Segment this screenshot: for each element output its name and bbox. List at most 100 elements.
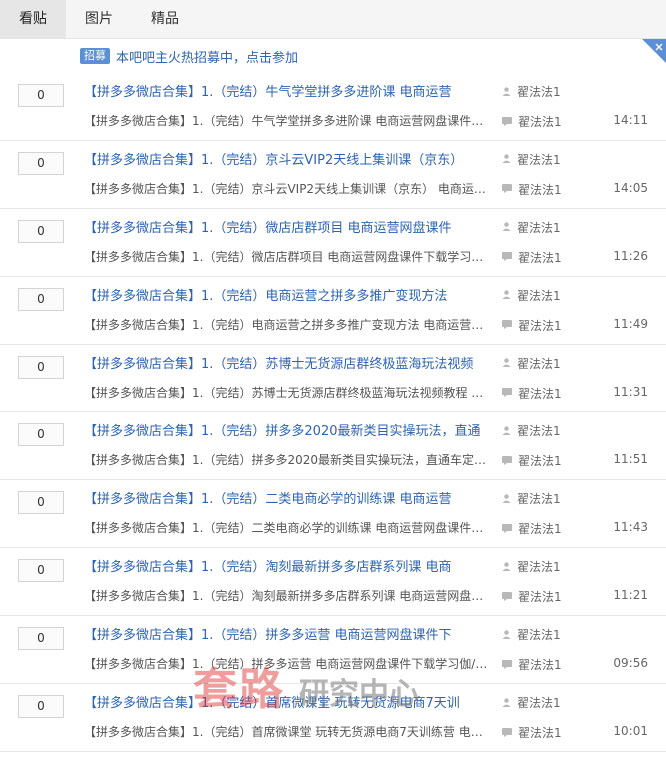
thread-row[interactable]: 0 【拼多多微店合集】1.（完结）牛气学堂拼多多进阶课 电商运营 翟法法1 【拼多多微… <box>0 73 666 141</box>
thread-list: 0 【拼多多微店合集】1.（完结）牛气学堂拼多多进阶课 电商运营 翟法法1 【拼多多微… <box>0 73 666 752</box>
user-icon <box>502 696 517 710</box>
last-reply-author-name[interactable]: 翟法法1 <box>518 317 562 334</box>
author-name[interactable]: 翟法法1 <box>517 422 561 439</box>
thread-title-link[interactable]: 【拼多多微店合集】1.（完结）淘刻最新拼多多店群系列课 电商 <box>84 556 452 575</box>
thread-title-link[interactable]: 【拼多多微店合集】1.（完结）电商运营之拼多多推广变现方法 <box>84 285 447 304</box>
comment-icon <box>502 522 518 536</box>
comment-icon <box>502 454 518 468</box>
reply-count: 0 <box>18 287 64 311</box>
comment-icon <box>502 386 518 400</box>
thread-row[interactable]: 0 【拼多多微店合集】1.（完结）电商运营之拼多多推广变现方法 翟法法1 【拼多多微店… <box>0 277 666 345</box>
tab-featured[interactable]: 精品 <box>132 0 198 38</box>
last-reply-author-name[interactable]: 翟法法1 <box>518 113 562 130</box>
thread-author[interactable]: 翟法法1 <box>502 287 561 304</box>
reply-count: 0 <box>18 355 64 379</box>
comment-icon <box>502 115 518 129</box>
last-reply-author[interactable]: 翟法法1 <box>502 588 562 605</box>
last-reply-time: 11:51 <box>613 452 648 467</box>
thread-row[interactable]: 0 【拼多多微店合集】1.（完结）苏博士无货源店群终极蓝海玩法视频 翟法法1 【拼多多… <box>0 345 666 413</box>
user-icon <box>502 424 517 438</box>
last-reply-author[interactable]: 翟法法1 <box>502 656 562 673</box>
recruit-link[interactable]: 本吧吧主火热招募中，点击参加 <box>116 47 298 66</box>
last-reply-author-name[interactable]: 翟法法1 <box>518 452 562 469</box>
thread-abstract: 【拼多多微店合集】1.（完结）二类电商必学的训练课 电商运营网盘课件下... <box>84 521 494 536</box>
thread-author[interactable]: 翟法法1 <box>502 694 561 711</box>
thread-title-link[interactable]: 【拼多多微店合集】1.（完结）京斗云VIP2天线上集训课（京东） <box>84 149 463 168</box>
comment-icon <box>502 250 518 264</box>
reply-count: 0 <box>18 423 64 447</box>
last-reply-author-name[interactable]: 翟法法1 <box>518 181 562 198</box>
close-corner-icon[interactable] <box>642 39 666 63</box>
user-icon <box>502 492 517 506</box>
recruit-banner[interactable]: 招募 本吧吧主火热招募中，点击参加 <box>0 39 666 73</box>
reply-count: 0 <box>18 559 64 583</box>
last-reply-author[interactable]: 翟法法1 <box>502 520 562 537</box>
comment-icon <box>502 658 518 672</box>
last-reply-author-name[interactable]: 翟法法1 <box>518 656 562 673</box>
reply-count: 0 <box>18 84 64 107</box>
thread-title-link[interactable]: 【拼多多微店合集】1.（完结）苏博士无货源店群终极蓝海玩法视频 <box>84 353 473 372</box>
author-name[interactable]: 翟法法1 <box>517 626 561 643</box>
user-icon <box>502 356 517 370</box>
last-reply-author[interactable]: 翟法法1 <box>502 113 562 130</box>
thread-abstract: 【拼多多微店合集】1.（完结）拼多多运营 电商运营网盘课件下载学习伽/♥... <box>84 657 494 672</box>
author-name[interactable]: 翟法法1 <box>517 558 561 575</box>
author-name[interactable]: 翟法法1 <box>517 287 561 304</box>
thread-author[interactable]: 翟法法1 <box>502 151 561 168</box>
author-name[interactable]: 翟法法1 <box>517 219 561 236</box>
last-reply-author[interactable]: 翟法法1 <box>502 317 562 334</box>
thread-author[interactable]: 翟法法1 <box>502 558 561 575</box>
last-reply-author[interactable]: 翟法法1 <box>502 724 562 741</box>
last-reply-author-name[interactable]: 翟法法1 <box>518 520 562 537</box>
last-reply-author-name[interactable]: 翟法法1 <box>518 385 562 402</box>
last-reply-time: 09:56 <box>613 656 648 671</box>
thread-abstract: 【拼多多微店合集】1.（完结）京斗云VIP2天线上集训课（京东） 电商运营... <box>84 181 494 196</box>
last-reply-author[interactable]: 翟法法1 <box>502 181 562 198</box>
author-name[interactable]: 翟法法1 <box>517 694 561 711</box>
user-icon <box>502 152 517 166</box>
comment-icon <box>502 726 518 740</box>
tab-bar: 看贴 图片 精品 <box>0 0 666 39</box>
tab-images[interactable]: 图片 <box>66 0 132 38</box>
thread-row[interactable]: 0 【拼多多微店合集】1.（完结）拼多多2020最新类目实操玩法，直通 翟法法1 【拼… <box>0 412 666 481</box>
thread-row[interactable]: 0 【拼多多微店合集】1.（完结）微店店群项目 电商运营网盘课件 翟法法1 【拼多多微… <box>0 209 666 277</box>
reply-count: 0 <box>18 219 64 243</box>
author-name[interactable]: 翟法法1 <box>517 83 561 100</box>
thread-title-link[interactable]: 【拼多多微店合集】1.（完结）首席微课堂 玩转无货源电商7天训 <box>84 692 460 711</box>
thread-row[interactable]: 0 【拼多多微店合集】1.（完结）拼多多运营 电商运营网盘课件下 翟法法1 【拼多多微… <box>0 616 666 685</box>
comment-icon <box>502 182 518 196</box>
last-reply-author[interactable]: 翟法法1 <box>502 452 562 469</box>
last-reply-author[interactable]: 翟法法1 <box>502 249 562 266</box>
thread-title-link[interactable]: 【拼多多微店合集】1.（完结）微店店群项目 电商运营网盘课件 <box>84 217 452 236</box>
thread-title-link[interactable]: 【拼多多微店合集】1.（完结）牛气学堂拼多多进阶课 电商运营 <box>84 81 452 100</box>
thread-author[interactable]: 翟法法1 <box>502 422 561 439</box>
author-name[interactable]: 翟法法1 <box>517 490 561 507</box>
thread-row[interactable]: 0 【拼多多微店合集】1.（完结）二类电商必学的训练课 电商运营 翟法法1 【拼多多微… <box>0 480 666 549</box>
tab-posts[interactable]: 看贴 <box>0 0 66 38</box>
thread-row[interactable]: 0 【拼多多微店合集】1.（完结）京斗云VIP2天线上集训课（京东） 翟法法1 【拼多… <box>0 141 666 209</box>
user-icon <box>502 288 517 302</box>
author-name[interactable]: 翟法法1 <box>517 355 561 372</box>
last-reply-author-name[interactable]: 翟法法1 <box>518 724 562 741</box>
last-reply-author-name[interactable]: 翟法法1 <box>518 249 562 266</box>
last-reply-time: 14:11 <box>613 113 648 127</box>
thread-row[interactable]: 0 【拼多多微店合集】1.（完结）首席微课堂 玩转无货源电商7天训 翟法法1 【拼多多… <box>0 684 666 752</box>
last-reply-author-name[interactable]: 翟法法1 <box>518 588 562 605</box>
thread-title-link[interactable]: 【拼多多微店合集】1.（完结）拼多多运营 电商运营网盘课件下 <box>84 624 452 643</box>
thread-author[interactable]: 翟法法1 <box>502 355 561 372</box>
reply-count: 0 <box>18 627 64 651</box>
thread-author[interactable]: 翟法法1 <box>502 83 561 100</box>
thread-abstract: 【拼多多微店合集】1.（完结）微店店群项目 电商运营网盘课件下载学习伽/... <box>84 249 494 264</box>
thread-abstract: 【拼多多微店合集】1.（完结）首席微课堂 玩转无货源电商7天训练营 电商... <box>84 725 494 740</box>
user-icon <box>502 85 517 99</box>
author-name[interactable]: 翟法法1 <box>517 151 561 168</box>
thread-title-link[interactable]: 【拼多多微店合集】1.（完结）二类电商必学的训练课 电商运营 <box>84 488 452 507</box>
user-icon <box>502 560 517 574</box>
last-reply-author[interactable]: 翟法法1 <box>502 385 562 402</box>
thread-author[interactable]: 翟法法1 <box>502 219 561 236</box>
thread-author[interactable]: 翟法法1 <box>502 490 561 507</box>
thread-row[interactable]: 0 【拼多多微店合集】1.（完结）淘刻最新拼多多店群系列课 电商 翟法法1 【拼多多微… <box>0 548 666 617</box>
reply-count: 0 <box>18 151 64 175</box>
thread-author[interactable]: 翟法法1 <box>502 626 561 643</box>
thread-title-link[interactable]: 【拼多多微店合集】1.（完结）拼多多2020最新类目实操玩法，直通 <box>84 420 481 439</box>
